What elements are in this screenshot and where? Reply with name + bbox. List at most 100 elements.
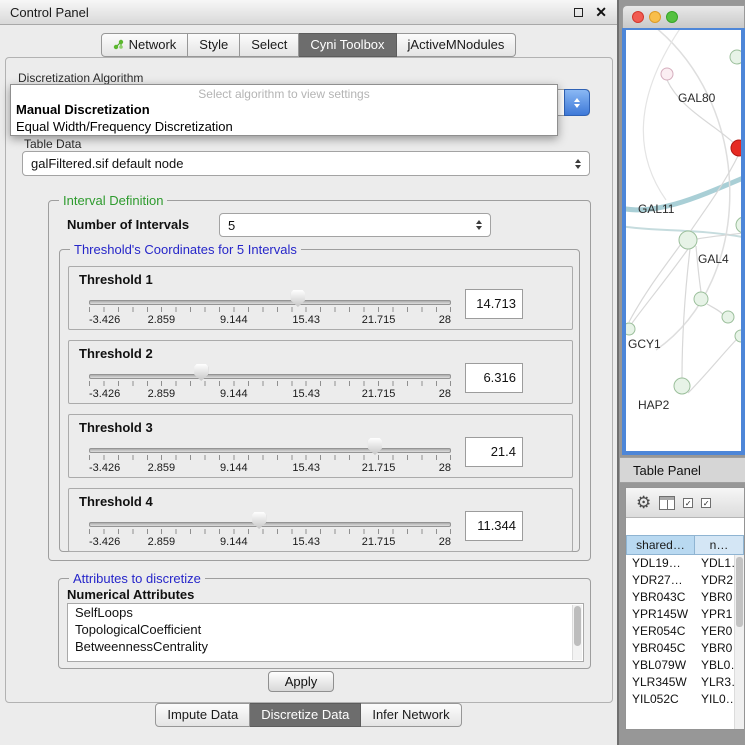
table-cell[interactable]: YLR345W	[626, 674, 695, 691]
table-data-combobox[interactable]: galFiltered.sif default node	[22, 151, 590, 176]
network-window-titlebar	[622, 5, 745, 28]
threshold-value-field[interactable]: 6.316	[465, 363, 523, 393]
tab-jactivemnodules[interactable]: jActiveMNodules	[397, 33, 517, 57]
table-row[interactable]: YBL079WYBL0…	[626, 657, 734, 674]
table-row[interactable]: YIL052CYIL0…	[626, 691, 734, 708]
list-scrollbar[interactable]	[572, 605, 582, 660]
table-cell[interactable]: YDL1…	[695, 555, 734, 572]
table-cell[interactable]: YBR043C	[626, 589, 695, 606]
table-cell[interactable]: YBR0…	[695, 640, 734, 657]
column-header-shared-name[interactable]: shared…	[626, 535, 695, 555]
tab-discretize-data[interactable]: Discretize Data	[250, 703, 361, 727]
numerical-attributes-list[interactable]: SelfLoopsTopologicalCoefficientBetweenne…	[67, 603, 584, 662]
table-row[interactable]: YDR27…YDR2…	[626, 572, 734, 589]
table-cell[interactable]: YDR27…	[626, 572, 695, 589]
float-window-icon[interactable]	[574, 8, 583, 17]
threshold-slider[interactable]: -3.4262.8599.14415.4321.71528	[89, 365, 451, 403]
table-scrollbar[interactable]	[734, 555, 744, 729]
panel-title: Control Panel	[10, 5, 89, 20]
threshold-value-field[interactable]: 21.4	[465, 437, 523, 467]
network-edge	[629, 244, 681, 322]
threshold-slider[interactable]: -3.4262.8599.14415.4321.71528	[89, 513, 451, 551]
table-cell[interactable]: YIL0…	[695, 691, 734, 708]
spinner-arrows-icon[interactable]	[476, 220, 482, 230]
network-node[interactable]	[736, 217, 741, 233]
table-toolbar: ⚙ ✓ ✓	[626, 488, 744, 518]
scrollbar-thumb[interactable]	[574, 606, 581, 646]
table-row[interactable]: YBR045CYBR0…	[626, 640, 734, 657]
column-header-name[interactable]: n…	[695, 535, 744, 555]
table-cell[interactable]: YER0…	[695, 623, 734, 640]
table-cell[interactable]: YDR2…	[695, 572, 734, 589]
chevron-down-icon	[574, 104, 580, 108]
close-traffic-light-icon[interactable]	[632, 11, 644, 23]
table-cell[interactable]: YDL19…	[626, 555, 695, 572]
gear-icon[interactable]: ⚙	[636, 494, 651, 511]
table-cell[interactable]: YIL052C	[626, 691, 695, 708]
table-cell[interactable]: YLR3…	[695, 674, 734, 691]
num-intervals-combobox[interactable]: 5	[219, 213, 491, 237]
spinner-arrows-icon[interactable]	[575, 159, 581, 169]
slider-track[interactable]	[89, 522, 451, 527]
scrollbar-thumb[interactable]	[736, 557, 743, 627]
scale-label: 28	[439, 462, 451, 474]
scale-label: -3.426	[89, 462, 120, 474]
network-node[interactable]	[674, 378, 690, 394]
zoom-traffic-light-icon[interactable]	[666, 11, 678, 23]
minimize-traffic-light-icon[interactable]	[649, 11, 661, 23]
tab-network[interactable]: Network	[101, 33, 189, 57]
table-data-label: Table Data	[24, 137, 81, 151]
table-cell[interactable]: YBR045C	[626, 640, 695, 657]
close-icon[interactable]: ✕	[595, 5, 607, 19]
threshold-value-field[interactable]: 11.344	[465, 511, 523, 541]
table-row[interactable]: YBR043CYBR0…	[626, 589, 734, 606]
scale-label: 21.715	[362, 462, 396, 474]
table-cell[interactable]: YBR0…	[695, 589, 734, 606]
dropdown-item-manual-discretization[interactable]: Manual Discretization	[11, 101, 557, 118]
tab-style[interactable]: Style	[188, 33, 240, 57]
list-item[interactable]: TopologicalCoefficient	[68, 621, 583, 638]
node-label: GCY1	[628, 337, 661, 351]
apply-button[interactable]: Apply	[268, 671, 334, 692]
tab-label: Infer Network	[372, 707, 449, 722]
select-none-checkbox-icon[interactable]: ✓	[701, 498, 711, 508]
table-cell[interactable]: YBL079W	[626, 657, 695, 674]
dropdown-item-equal-width-frequency[interactable]: Equal Width/Frequency Discretization	[11, 118, 557, 135]
tab-cyni-toolbox[interactable]: Cyni Toolbox	[299, 33, 396, 57]
network-node[interactable]	[722, 311, 734, 323]
window-controls: ✕	[574, 5, 607, 19]
network-edge	[682, 249, 690, 378]
columns-icon[interactable]	[659, 496, 675, 510]
threshold-slider[interactable]: -3.4262.8599.14415.4321.71528	[89, 439, 451, 477]
network-canvas[interactable]: GAL80GAL11GAL4GCY1HAP2	[626, 30, 741, 451]
network-node[interactable]	[626, 323, 635, 335]
scale-label: 15.43	[292, 536, 320, 548]
tab-select[interactable]: Select	[240, 33, 299, 57]
spin-down-icon	[476, 226, 482, 230]
table-row[interactable]: YPR145WYPR1…	[626, 606, 734, 623]
network-node[interactable]	[694, 292, 708, 306]
threshold-slider[interactable]: -3.4262.8599.14415.4321.71528	[89, 291, 451, 329]
combo-dropdown-button[interactable]	[564, 89, 590, 116]
tab-infer-network[interactable]: Infer Network	[361, 703, 461, 727]
select-all-checkbox-icon[interactable]: ✓	[683, 498, 693, 508]
table-cell[interactable]: YBL0…	[695, 657, 734, 674]
network-node[interactable]	[730, 50, 741, 64]
tab-impute-data[interactable]: Impute Data	[155, 703, 250, 727]
threshold-value-field[interactable]: 14.713	[465, 289, 523, 319]
list-item[interactable]: BetweennessCentrality	[68, 638, 583, 655]
list-item[interactable]: SelfLoops	[68, 604, 583, 621]
table-cell[interactable]: YPR1…	[695, 606, 734, 623]
table-cell[interactable]: YPR145W	[626, 606, 695, 623]
threshold-label: Threshold 3	[79, 420, 153, 435]
algorithm-dropdown-list: Select algorithm to view settings Manual…	[10, 84, 558, 136]
slider-track[interactable]	[89, 448, 451, 453]
table-row[interactable]: YER054CYER0…	[626, 623, 734, 640]
table-row[interactable]: YLR345WYLR3…	[626, 674, 734, 691]
table-cell[interactable]: YER054C	[626, 623, 695, 640]
slider-track[interactable]	[89, 300, 451, 305]
slider-track[interactable]	[89, 374, 451, 379]
network-node[interactable]	[679, 231, 697, 249]
table-row[interactable]: YDL19…YDL1…	[626, 555, 734, 572]
network-node[interactable]	[661, 68, 673, 80]
